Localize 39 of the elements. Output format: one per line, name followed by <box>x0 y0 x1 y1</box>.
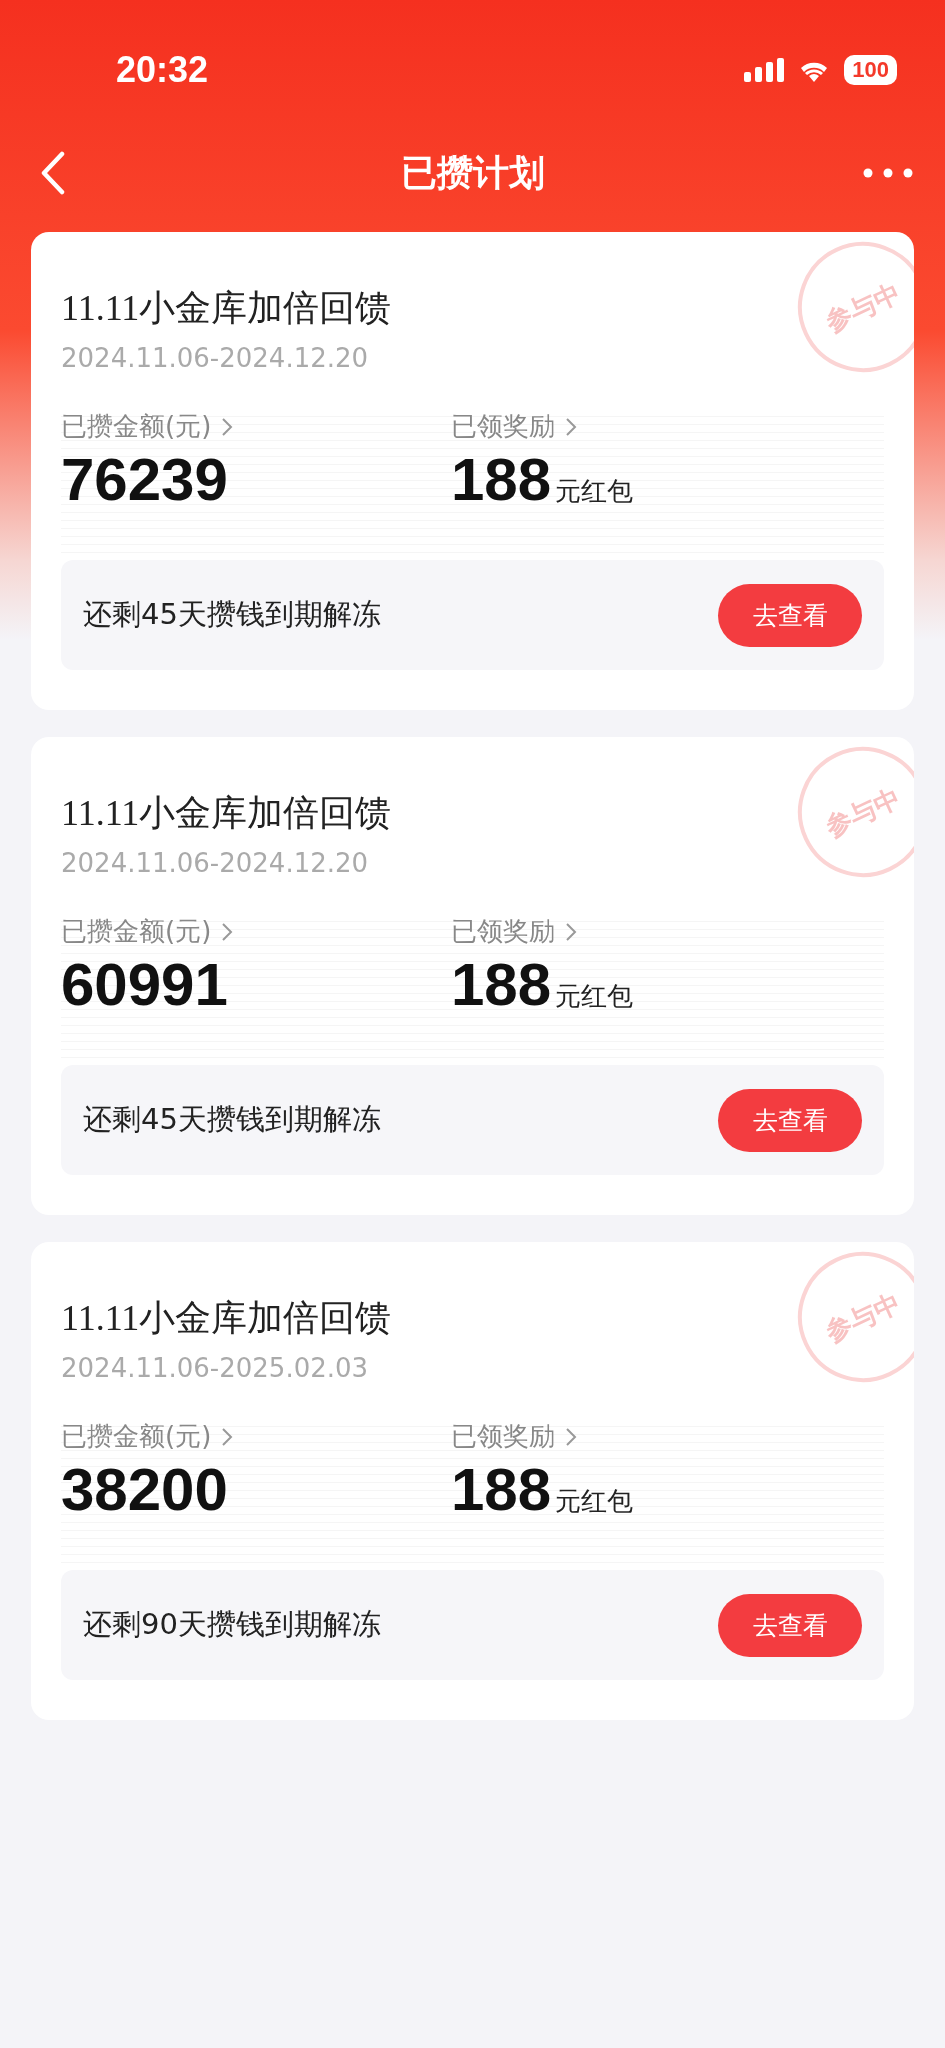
reward-unit: 元红包 <box>555 980 634 1013</box>
status-time: 20:32 <box>116 49 209 91</box>
reward-amount: 188 <box>451 445 552 515</box>
plan-period: 2024.11.06-2024.12.20 <box>61 848 370 878</box>
reward-link[interactable]: 已领奖励 <box>451 1419 555 1454</box>
chevron-right-icon <box>221 921 234 942</box>
view-button[interactable]: 去查看 <box>718 1088 862 1152</box>
view-button[interactable]: 去查看 <box>718 583 862 647</box>
reward-unit: 元红包 <box>555 475 634 508</box>
signal-icon <box>744 58 785 82</box>
saved-amount: 76239 <box>61 445 229 515</box>
saved-amount: 60991 <box>61 950 229 1020</box>
reward-amount: 188 <box>451 1455 552 1525</box>
reward-link[interactable]: 已领奖励 <box>451 409 555 444</box>
back-icon[interactable] <box>40 151 66 195</box>
more-icon[interactable] <box>863 168 913 178</box>
plan-period: 2024.11.06-2025.02.03 <box>61 1353 370 1383</box>
saved-amount: 38200 <box>61 1455 229 1525</box>
reward-unit: 元红包 <box>555 1485 634 1518</box>
chevron-right-icon <box>221 416 234 437</box>
saved-amount-link[interactable]: 已攒金额(元) <box>61 409 212 444</box>
reward-amount: 188 <box>451 950 552 1020</box>
chevron-right-icon <box>565 921 577 942</box>
battery-indicator: 100 <box>844 55 897 85</box>
unfreeze-note: 还剩90天攒钱到期解冻 <box>83 1606 381 1643</box>
plan-title: 11.11小金库加倍回馈 <box>61 287 392 330</box>
chevron-right-icon <box>565 416 577 437</box>
reward-link[interactable]: 已领奖励 <box>451 914 555 949</box>
chevron-right-icon <box>221 1426 234 1447</box>
view-button[interactable]: 去查看 <box>718 1593 862 1657</box>
unfreeze-note: 还剩45天攒钱到期解冻 <box>83 596 381 633</box>
page-title: 已攒计划 <box>400 150 545 195</box>
unfreeze-note: 还剩45天攒钱到期解冻 <box>83 1101 381 1138</box>
plan-title: 11.11小金库加倍回馈 <box>61 792 392 835</box>
saved-amount-link[interactable]: 已攒金额(元) <box>61 914 212 949</box>
plan-period: 2024.11.06-2024.12.20 <box>61 343 370 373</box>
chevron-right-icon <box>565 1426 577 1447</box>
saved-amount-link[interactable]: 已攒金额(元) <box>61 1419 212 1454</box>
plan-title: 11.11小金库加倍回馈 <box>61 1297 392 1340</box>
